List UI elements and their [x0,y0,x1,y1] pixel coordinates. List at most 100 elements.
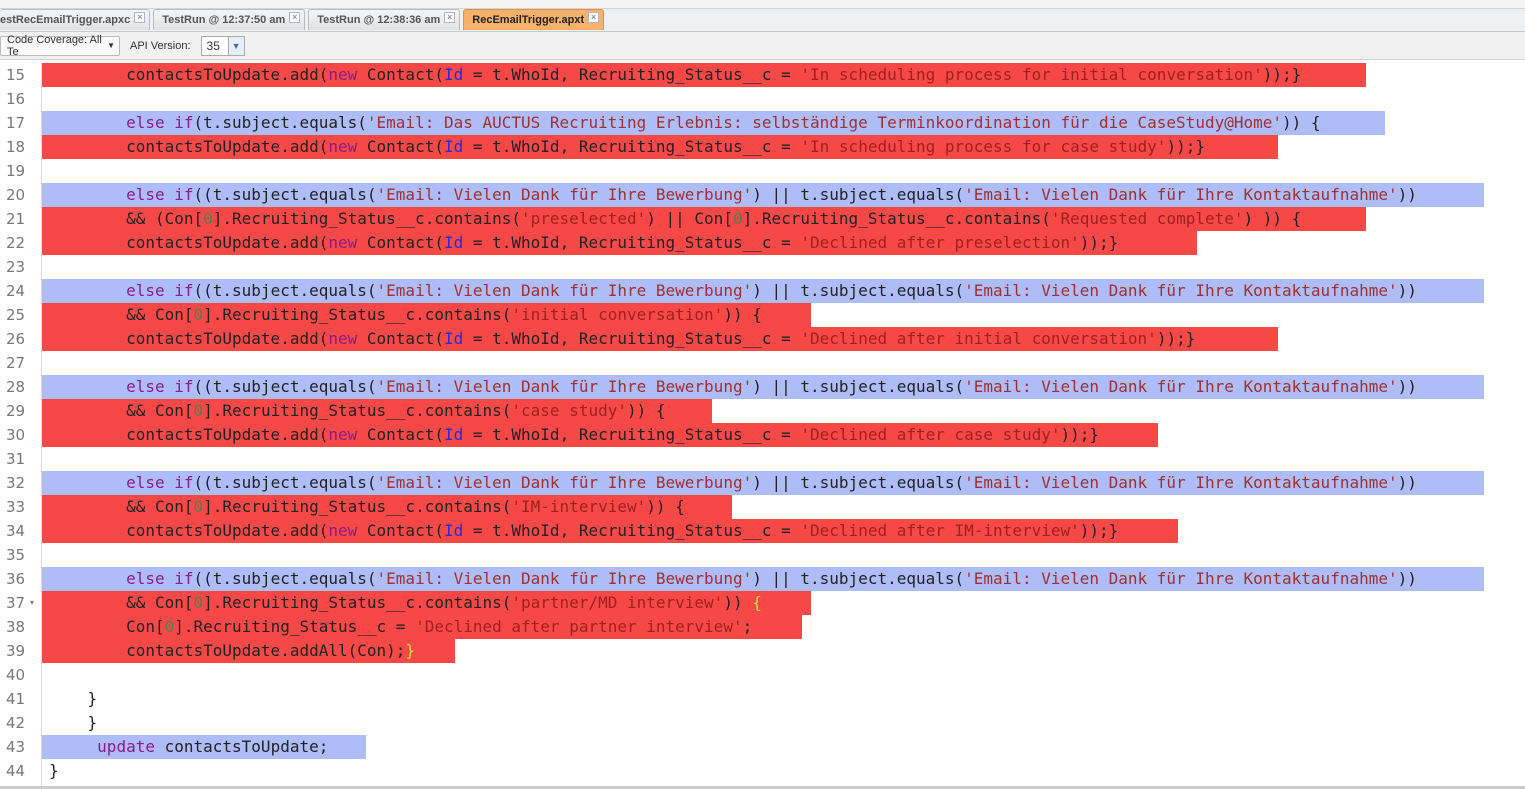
uncovered-line[interactable]: && Con[0].Recruiting_Status__c.contains(… [42,303,811,327]
number-literal: 0 [164,617,175,636]
code-text[interactable] [42,87,49,111]
code-token: contactsToUpdate.add( [49,65,329,84]
covered-line[interactable]: update contactsToUpdate; [42,735,366,759]
keyword: new [328,65,358,84]
string-literal: 'preselected' [521,209,647,228]
code-token: ((t.subject.equals( [193,569,377,588]
code-line: 42 } [0,711,1525,735]
tab-testrun-12-37-50-am[interactable]: TestRun @ 12:37:50 am × [153,9,306,30]
string-literal: 'Email: Vielen Dank für Ihre Kontaktaufn… [964,281,1398,300]
code-token: )) [1397,569,1417,588]
string-literal: 'Declined after partner interview' [415,617,743,636]
chevron-down-icon[interactable]: ▼ [227,36,244,55]
code-token: )) [1397,185,1417,204]
code-line: 26 contactsToUpdate.add(new Contact(Id =… [0,327,1525,351]
tab-label: TestRun @ 12:38:36 am [317,14,441,26]
uncovered-line[interactable]: && Con[0].Recruiting_Status__c.contains(… [42,399,712,423]
fold-toggle-icon[interactable]: ▾ [30,591,34,615]
close-icon[interactable]: × [588,11,600,23]
code-text[interactable] [42,543,49,567]
code-line: 44} [0,759,1525,783]
code-text[interactable]: } [42,759,59,783]
uncovered-line[interactable]: && Con[0].Recruiting_Status__c.contains(… [42,591,811,615]
field-id: Id [443,137,464,156]
uncovered-line[interactable]: contactsToUpdate.add(new Contact(Id = t.… [42,63,1366,87]
code-text[interactable] [42,663,49,687]
code-token: ) || t.subject.equals( [752,185,965,204]
code-token: Contact( [357,329,444,348]
tab-testrun-12-38-36-am[interactable]: TestRun @ 12:38:36 am × [308,9,461,30]
code-line: 27 [0,351,1525,375]
code-token: contactsToUpdate.add( [49,233,329,252]
code-token: ));} [1262,65,1302,84]
uncovered-line[interactable]: contactsToUpdate.add(new Contact(Id = t.… [42,519,1178,543]
covered-line[interactable]: else if((t.subject.equals('Email: Vielen… [42,183,1484,207]
code-token: = t.WhoId, Recruiting_Status__c = [463,233,801,252]
code-token: } [49,761,59,780]
line-number: 34 [6,522,26,540]
code-text[interactable] [42,159,49,183]
code-token: ) || t.subject.equals( [752,281,965,300]
covered-line[interactable]: else if((t.subject.equals('Email: Vielen… [42,279,1484,303]
code-line: 33 && Con[0].Recruiting_Status__c.contai… [0,495,1525,519]
code-token: contactsToUpdate.add( [49,329,329,348]
string-literal: 'Email: Vielen Dank für Ihre Bewerbung' [376,281,753,300]
close-icon[interactable]: × [444,11,456,23]
code-line: 32 else if((t.subject.equals('Email: Vie… [0,471,1525,495]
code-token: )) [1397,281,1417,300]
code-token: && Con[ [49,497,194,516]
number-literal: 0 [193,497,204,516]
line-number: 40 [6,666,26,684]
field-id: Id [443,329,464,348]
code-editor[interactable]: 15 contactsToUpdate.add(new Contact(Id =… [0,63,1525,783]
code-token: ].Recruiting_Status__c.contains( [203,305,512,324]
covered-line[interactable]: else if((t.subject.equals('Email: Vielen… [42,375,1484,399]
keyword: else if [126,113,194,132]
keyword: else if [126,377,194,396]
code-text[interactable] [42,447,49,471]
line-number: 21 [6,210,26,228]
keyword: new [328,137,358,156]
uncovered-line[interactable]: contactsToUpdate.add(new Contact(Id = t.… [42,135,1278,159]
uncovered-line[interactable]: contactsToUpdate.add(new Contact(Id = t.… [42,231,1197,255]
code-token: ) || t.subject.equals( [752,569,965,588]
string-literal: 'Email: Vielen Dank für Ihre Kontaktaufn… [964,185,1398,204]
tab-estrecemailtrigger-apxc[interactable]: estRecEmailTrigger.apxc × [0,9,151,30]
field-id: Id [443,521,464,540]
string-literal: 'Email: Vielen Dank für Ihre Kontaktaufn… [964,473,1398,492]
covered-line[interactable]: else if(t.subject.equals('Email: Das AUC… [42,111,1385,135]
uncovered-line[interactable]: && (Con[0].Recruiting_Status__c.contains… [42,207,1366,231]
code-text[interactable]: } [42,687,98,711]
code-token: ((t.subject.equals( [193,281,377,300]
line-number: 30 [6,426,26,444]
code-text[interactable] [42,255,49,279]
code-line: 31 [0,447,1525,471]
tab-recemailtrigger-apxt[interactable]: RecEmailTrigger.apxt × [463,9,605,30]
covered-line[interactable]: else if((t.subject.equals('Email: Vielen… [42,567,1484,591]
uncovered-line[interactable]: && Con[0].Recruiting_Status__c.contains(… [42,495,732,519]
code-token: )) { [1282,113,1321,132]
close-icon[interactable]: × [134,11,146,23]
code-text[interactable]: } [42,711,98,735]
covered-line[interactable]: else if((t.subject.equals('Email: Vielen… [42,471,1484,495]
line-number: 23 [6,258,26,276]
code-line: 40 [0,663,1525,687]
close-icon[interactable]: × [289,11,301,23]
line-number: 41 [6,690,26,708]
code-token: Contact( [357,521,444,540]
code-text[interactable] [42,351,49,375]
string-literal: 'In scheduling process for initial conve… [800,65,1263,84]
uncovered-line[interactable]: contactsToUpdate.add(new Contact(Id = t.… [42,423,1158,447]
uncovered-line[interactable]: Con[0].Recruiting_Status__c = 'Declined … [42,615,802,639]
keyword: else if [126,569,194,588]
line-number: 42 [6,714,26,732]
api-version-select[interactable]: 35 ▼ [200,35,245,56]
code-coverage-dropdown[interactable]: Code Coverage: All Te ▼ [0,34,120,58]
uncovered-line[interactable]: contactsToUpdate.addAll(Con);} [42,639,455,663]
code-line: 28 else if((t.subject.equals('Email: Vie… [0,375,1525,399]
field-id: Id [443,65,464,84]
uncovered-line[interactable]: contactsToUpdate.add(new Contact(Id = t.… [42,327,1278,351]
line-number: 28 [6,378,26,396]
